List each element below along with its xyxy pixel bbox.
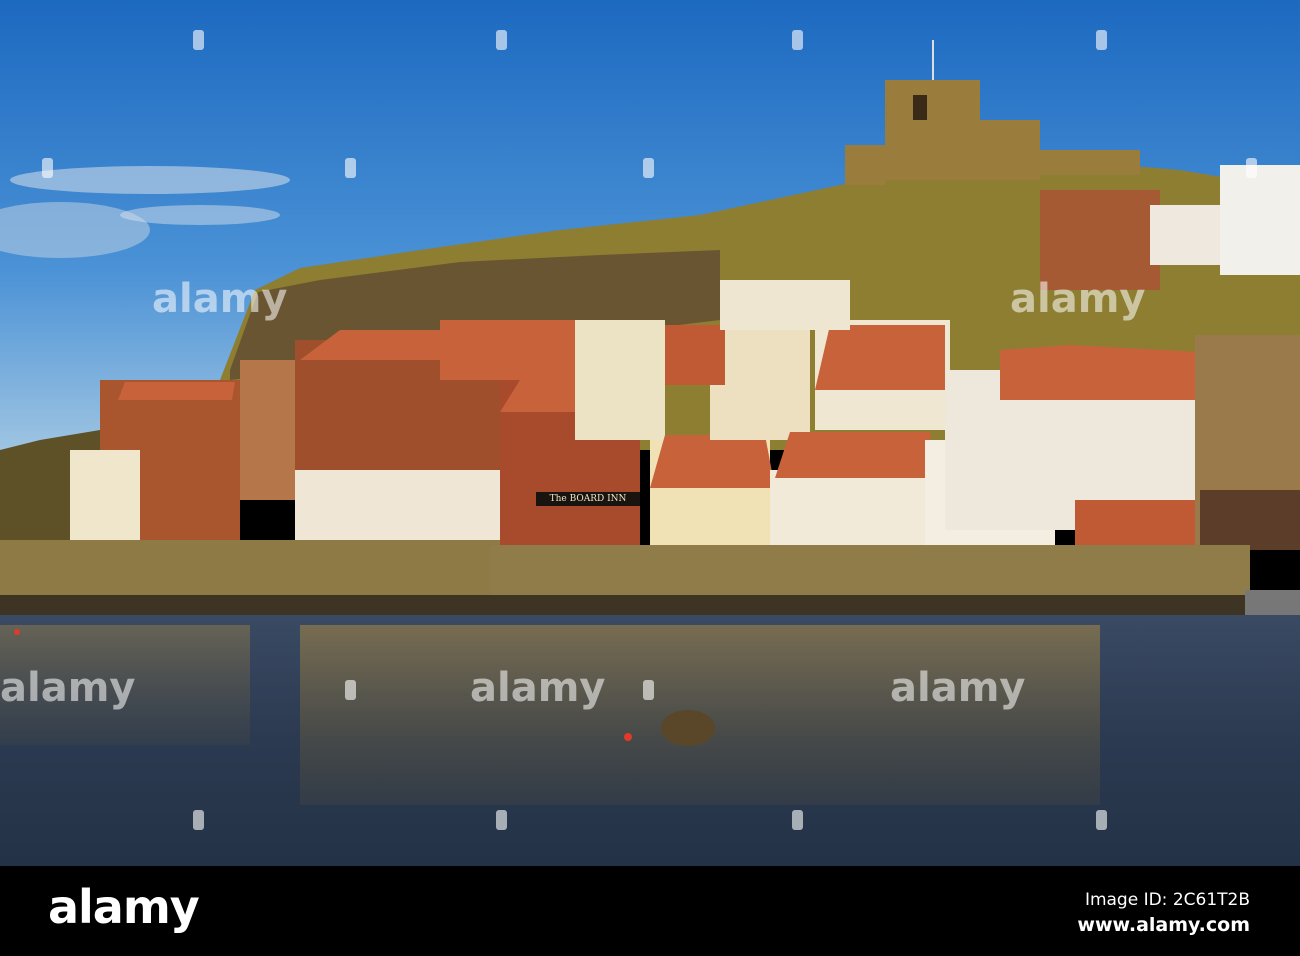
watermark-mark: [496, 810, 507, 830]
watermark: alamy: [470, 665, 606, 711]
footer-bar: alamy Image ID: 2C61T2B www.alamy.com: [0, 866, 1300, 956]
watermark-mark: [345, 680, 356, 700]
alamy-logo: alamy: [48, 880, 200, 934]
watermark: alamy: [152, 276, 288, 322]
watermark-mark: [193, 30, 204, 50]
site-url: www.alamy.com: [1077, 914, 1250, 936]
watermark-mark: [345, 158, 356, 178]
watermark-mark: [1246, 158, 1257, 178]
watermark-mark: [1096, 30, 1107, 50]
watermark-mark: [792, 810, 803, 830]
stock-photo-page: The BOARD INN alamy alamy alamy alamy al…: [0, 0, 1300, 956]
harbour-town-photo: [0, 0, 1300, 866]
watermark: alamy: [0, 665, 136, 711]
watermark: alamy: [1010, 276, 1146, 322]
watermark-mark: [193, 810, 204, 830]
watermark-mark: [643, 158, 654, 178]
cloud: [120, 205, 280, 225]
watermark-mark: [1096, 810, 1107, 830]
watermark: alamy: [890, 665, 1026, 711]
watermark-mark: [792, 30, 803, 50]
watermark-mark: [643, 680, 654, 700]
watermark-mark: [42, 158, 53, 178]
board-inn-sign: The BOARD INN: [536, 492, 640, 506]
watermark-mark: [496, 30, 507, 50]
image-id: Image ID: 2C61T2B: [1084, 890, 1250, 910]
